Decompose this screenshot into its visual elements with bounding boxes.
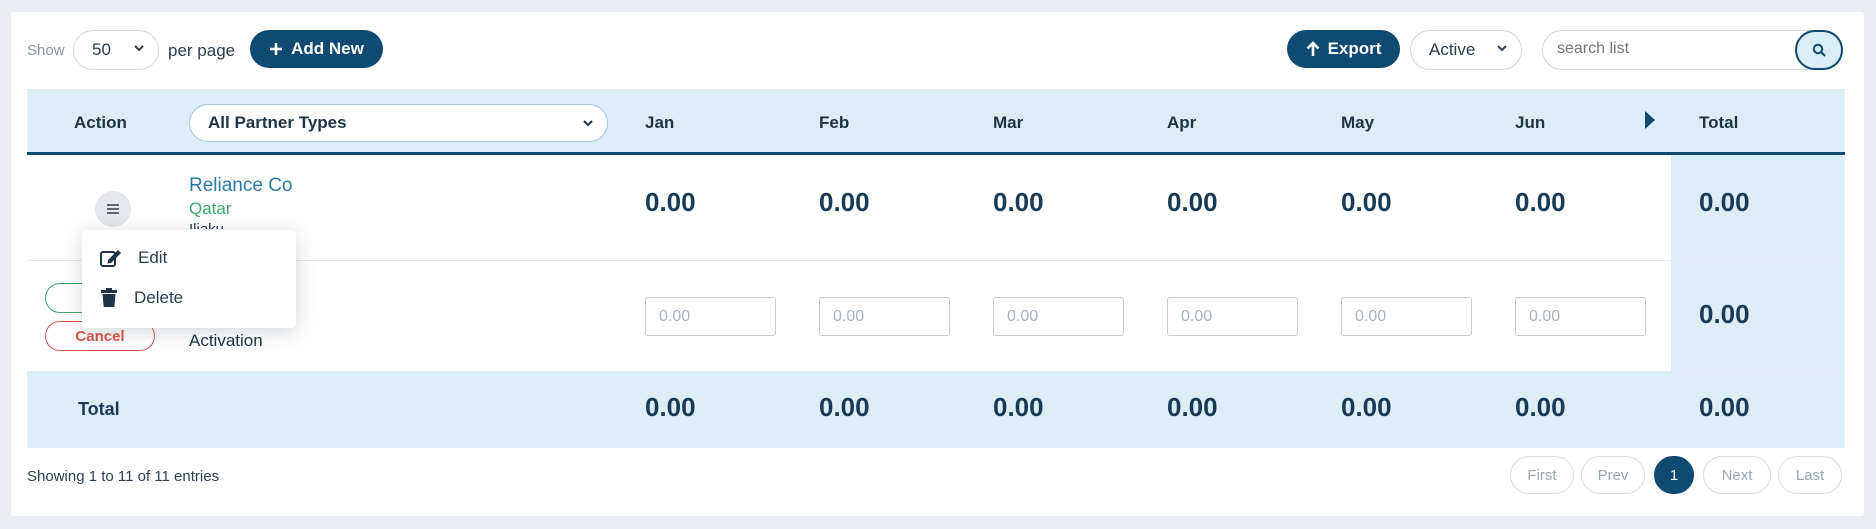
amount-input-jun[interactable]: 0.00 xyxy=(1515,297,1646,336)
pagination-page-1[interactable]: 1 xyxy=(1654,456,1694,494)
value-jun: 0.00 xyxy=(1515,187,1566,217)
search-icon xyxy=(1812,43,1826,57)
add-new-button[interactable]: Add New xyxy=(250,30,383,68)
export-button[interactable]: Export xyxy=(1287,30,1400,68)
next-months-icon[interactable] xyxy=(1643,109,1657,131)
delete-label: Delete xyxy=(134,288,184,307)
status-value: Active xyxy=(1429,40,1476,59)
row-action-menu-button[interactable] xyxy=(95,191,131,227)
table-row: Cancel Activation 0.00 0.00 0.00 0.00 0.… xyxy=(27,261,1845,372)
amount-input-jan[interactable]: 0.00 xyxy=(645,297,776,336)
partner-extra: Iliaku xyxy=(189,221,224,229)
per-page-value: 50 xyxy=(92,40,111,59)
add-new-label: Add New xyxy=(291,39,364,58)
menu-icon xyxy=(107,204,119,214)
status-select[interactable]: Active xyxy=(1410,30,1522,70)
month-header-feb: Feb xyxy=(819,113,850,132)
value-jan: 0.00 xyxy=(645,187,696,217)
pagination-last[interactable]: Last xyxy=(1778,456,1842,494)
footer-total-feb: 0.00 xyxy=(819,392,870,422)
pagination-first[interactable]: First xyxy=(1510,456,1574,494)
toolbar: Show 50 per page Add New Export Active xyxy=(11,12,1864,88)
per-page-select[interactable]: 50 xyxy=(73,30,159,70)
footer-total-label: Total xyxy=(78,399,120,419)
table-footer: Total 0.00 0.00 0.00 0.00 0.00 0.00 0.00 xyxy=(27,372,1845,448)
table-row: Reliance Co Qatar Iliaku 0.00 0.00 0.00 … xyxy=(27,155,1845,261)
footer-total-jun: 0.00 xyxy=(1515,392,1566,422)
row-total-cell xyxy=(1671,261,1845,371)
footer-total-may: 0.00 xyxy=(1341,392,1392,422)
footer-grand-total: 0.00 xyxy=(1699,392,1750,422)
search-input[interactable] xyxy=(1557,40,1757,58)
footer-total-mar: 0.00 xyxy=(993,392,1044,422)
month-header-mar: Mar xyxy=(993,113,1024,132)
footer-total-apr: 0.00 xyxy=(1167,392,1218,422)
pagination-next[interactable]: Next xyxy=(1703,456,1771,494)
search-box xyxy=(1542,30,1843,70)
table-header: Action All Partner Types Jan Feb Mar Apr… xyxy=(27,89,1845,155)
activation-label: Activation xyxy=(189,331,263,350)
chevron-down-icon xyxy=(1497,45,1507,52)
month-header-apr: Apr xyxy=(1167,113,1197,132)
amount-input-apr[interactable]: 0.00 xyxy=(1167,297,1298,336)
delete-menu-item[interactable]: Delete xyxy=(100,288,183,308)
data-table: Action All Partner Types Jan Feb Mar Apr… xyxy=(27,89,1845,448)
edit-icon xyxy=(100,250,121,267)
value-mar: 0.00 xyxy=(993,187,1044,217)
entries-summary: Showing 1 to 11 of 11 entries xyxy=(27,468,220,485)
amount-input-feb[interactable]: 0.00 xyxy=(819,297,950,336)
show-label: Show xyxy=(27,42,65,59)
trash-icon xyxy=(101,288,117,307)
search-button[interactable] xyxy=(1795,30,1843,70)
value-apr: 0.00 xyxy=(1167,187,1218,217)
row-total-cell xyxy=(1671,155,1845,260)
footer-total-jan: 0.00 xyxy=(645,392,696,422)
row-total-value: 0.00 xyxy=(1699,299,1750,329)
export-label: Export xyxy=(1327,39,1382,58)
chevron-down-icon xyxy=(134,45,144,52)
chevron-down-icon xyxy=(583,120,593,127)
row-total-value: 0.00 xyxy=(1699,187,1750,217)
month-header-jan: Jan xyxy=(645,113,675,132)
amount-input-mar[interactable]: 0.00 xyxy=(993,297,1124,336)
per-page-label: per page xyxy=(168,41,236,60)
month-header-may: May xyxy=(1341,113,1375,132)
partner-country: Qatar xyxy=(189,199,232,218)
partner-type-value: All Partner Types xyxy=(208,113,347,132)
pagination-prev[interactable]: Prev xyxy=(1581,456,1645,494)
partner-name-link[interactable]: Reliance Co xyxy=(189,175,293,197)
total-column-header: Total xyxy=(1699,113,1739,132)
arrow-up-icon xyxy=(1306,41,1319,56)
month-header-jun: Jun xyxy=(1515,113,1546,132)
plus-icon xyxy=(270,43,283,55)
edit-label: Edit xyxy=(138,248,168,267)
value-feb: 0.00 xyxy=(819,187,870,217)
value-may: 0.00 xyxy=(1341,187,1392,217)
partner-type-filter[interactable]: All Partner Types xyxy=(189,104,608,142)
action-column-header: Action xyxy=(74,113,127,132)
edit-menu-item[interactable]: Edit xyxy=(100,248,167,268)
amount-input-may[interactable]: 0.00 xyxy=(1341,297,1472,336)
row-action-dropdown: Edit Delete xyxy=(82,230,296,328)
